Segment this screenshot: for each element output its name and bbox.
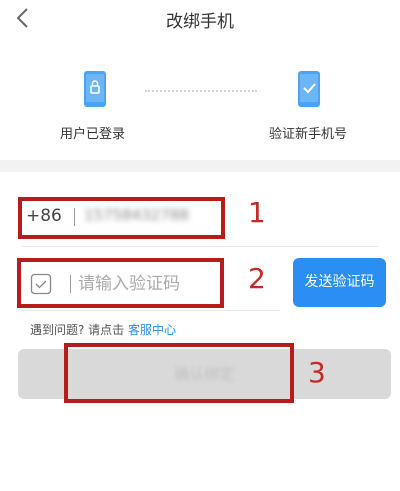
phone-check-icon <box>298 71 320 107</box>
help-prefix: 遇到问题? 请点击 <box>30 323 125 337</box>
annotation-number-3: 3 <box>308 356 326 389</box>
annotation-box-2 <box>17 258 224 308</box>
customer-service-link[interactable]: 客服中心 <box>128 323 176 337</box>
annotation-number-1: 1 <box>248 196 266 229</box>
send-code-button[interactable]: 发送验证码 <box>293 258 386 307</box>
field-underline <box>22 310 280 311</box>
annotation-box-1 <box>18 197 225 239</box>
field-underline <box>22 246 378 247</box>
step-label-logged-in: 用户已登录 <box>60 127 126 142</box>
annotation-box-3 <box>64 343 294 403</box>
section-divider <box>0 160 400 172</box>
help-text: 遇到问题? 请点击 客服中心 <box>30 321 176 338</box>
phone-lock-icon <box>84 71 106 107</box>
steps-connector <box>145 90 257 92</box>
annotation-number-2: 2 <box>248 262 266 295</box>
step-label-verify: 验证新手机号 <box>269 127 348 142</box>
page-bottom <box>0 405 400 491</box>
page-title: 改绑手机 <box>166 12 234 32</box>
steps-indicator: 用户已登录 验证新手机号 <box>0 40 400 160</box>
header-bar: 改绑手机 <box>0 0 400 40</box>
